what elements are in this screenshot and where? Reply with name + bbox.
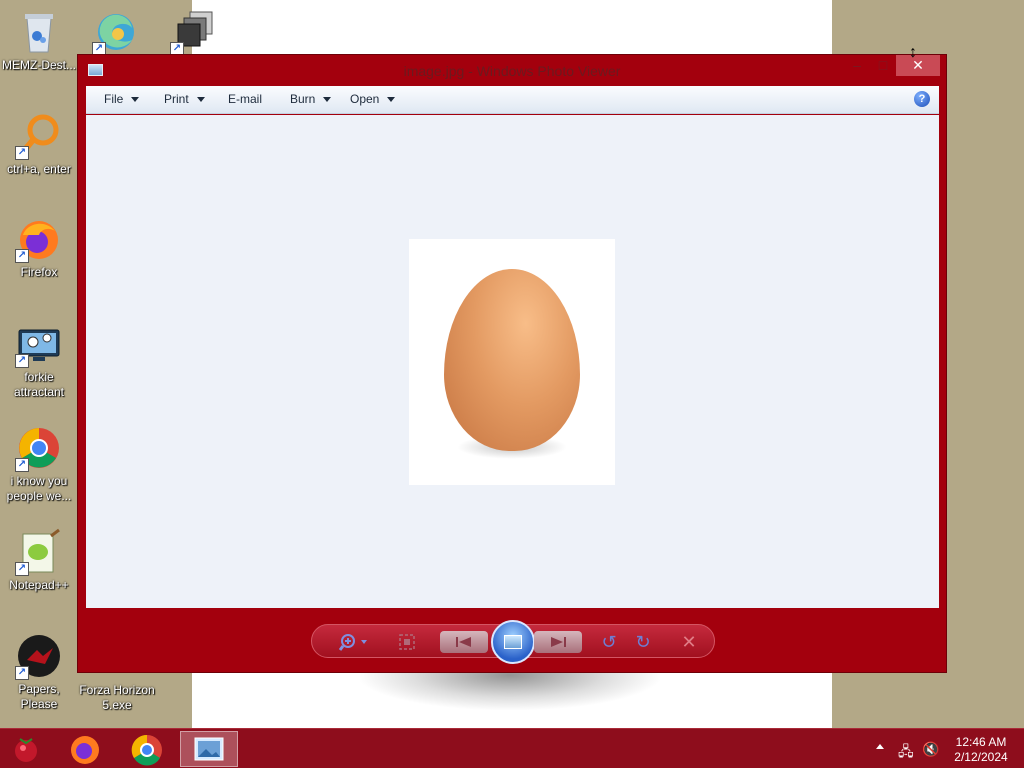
menu-burn[interactable]: Burn xyxy=(290,92,332,106)
desktop-icon-label: Firefox xyxy=(20,265,58,279)
resize-cursor-icon: ↕ xyxy=(909,44,917,61)
menu-email-label: E-mail xyxy=(228,92,263,106)
delete-icon[interactable]: ✕ xyxy=(678,632,700,652)
firefox-icon: ↗ xyxy=(15,215,63,263)
desktop-icon-label: Notepad++ xyxy=(9,578,69,592)
close-button[interactable]: ✕ xyxy=(896,55,940,76)
shortcut-arrow-icon: ↗ xyxy=(15,354,29,368)
slideshow-icon[interactable] xyxy=(491,620,535,664)
zoom-icon[interactable] xyxy=(338,632,372,652)
computer-settings-icon: ↗ xyxy=(15,320,63,368)
menu-open-label: Open xyxy=(350,92,380,106)
desktop-icon-forza[interactable]: Forza Horizon 5.exe xyxy=(78,683,156,713)
egg-image xyxy=(444,269,580,451)
title-bar[interactable]: image.jpg - Windows Photo Viewer – □ ✕ xyxy=(78,55,946,85)
desktop-icon-label: i know you people we... xyxy=(6,474,72,503)
desktop-icon-ctrl-a[interactable]: ↗ ctrl+a, enter xyxy=(0,112,78,177)
desktop-icon-firefox[interactable]: ↗ Firefox xyxy=(0,215,78,280)
chevron-down-icon xyxy=(387,97,396,103)
start-button[interactable] xyxy=(0,731,58,767)
shortcut-arrow-icon: ↗ xyxy=(15,146,29,160)
chevron-down-icon xyxy=(131,97,140,103)
clock-time: 12:46 AM xyxy=(955,735,1007,749)
shortcut-arrow-icon: ↗ xyxy=(15,562,29,576)
menu-print[interactable]: Print xyxy=(164,92,205,106)
photo-viewer-window[interactable]: image.jpg - Windows Photo Viewer – □ ✕ F… xyxy=(77,54,947,673)
taskbar-photo-viewer[interactable] xyxy=(180,731,238,767)
recycle-bin-icon xyxy=(15,8,63,56)
taskbar-firefox[interactable] xyxy=(56,731,114,767)
notepad-plus-plus-icon: ↗ xyxy=(15,528,63,576)
slideshow-picture xyxy=(504,635,522,649)
menu-bar: File Print E-mail Burn Open ? xyxy=(86,86,939,114)
menu-file-label: File xyxy=(104,92,124,106)
desktop-icon-forkie[interactable]: ↗ forkie attractant xyxy=(0,320,78,400)
image-viewport[interactable] xyxy=(86,115,939,608)
papers-please-icon: ↗ xyxy=(15,632,63,680)
desktop-icon-memz[interactable]: MEMZ-Dest... xyxy=(0,8,78,73)
menu-email[interactable]: E-mail xyxy=(228,92,262,106)
show-hidden-icons-icon[interactable] xyxy=(876,744,884,749)
desktop-icon-stack[interactable]: ↗ xyxy=(155,8,233,58)
clock-date: 2/12/2024 xyxy=(954,750,1008,764)
taskbar-chrome[interactable] xyxy=(118,731,176,767)
shortcut-arrow-icon: ↗ xyxy=(15,249,29,263)
displayed-photo xyxy=(409,239,615,485)
minimize-button[interactable]: – xyxy=(844,55,870,76)
chevron-down-icon xyxy=(196,97,205,103)
volume-muted-icon[interactable]: 🔇 xyxy=(922,741,939,758)
desktop-icon-edge[interactable]: ↗ xyxy=(77,8,155,58)
shortcut-arrow-icon: ↗ xyxy=(15,666,29,680)
menu-open[interactable]: Open xyxy=(350,92,396,106)
chrome-icon: ↗ xyxy=(15,424,63,472)
desktop-icon-label: Forza Horizon 5.exe xyxy=(79,683,155,712)
maximize-button[interactable]: □ xyxy=(870,55,896,76)
system-clock[interactable]: 12:46 AM 2/12/2024 xyxy=(946,735,1016,765)
help-icon[interactable]: ? xyxy=(914,91,930,107)
magnifier-icon: ↗ xyxy=(15,112,63,160)
window-title: image.jpg - Windows Photo Viewer xyxy=(403,63,621,79)
rotate-clockwise-icon[interactable]: ↻ xyxy=(632,632,654,652)
actual-size-icon[interactable] xyxy=(396,632,418,652)
menu-print-label: Print xyxy=(164,92,189,106)
desktop-icon-notepad[interactable]: ↗ Notepad++ xyxy=(0,528,78,593)
shortcut-arrow-icon: ↗ xyxy=(15,458,29,472)
windows-stack-icon: ↗ xyxy=(170,8,218,56)
desktop-icon-label: forkie attractant xyxy=(13,370,65,399)
playback-toolbar: ↺ ↻ ✕ xyxy=(311,620,715,664)
next-icon[interactable] xyxy=(534,631,582,653)
desktop-icon-papers-please[interactable]: ↗ Papers, Please xyxy=(0,632,78,712)
desktop-icon-chrome[interactable]: ↗ i know you people we... xyxy=(0,424,78,504)
edge-icon: ↗ xyxy=(92,8,140,56)
menu-burn-label: Burn xyxy=(290,92,316,106)
desktop-icon-label: ctrl+a, enter xyxy=(7,162,71,176)
desktop-icon-label: Papers, Please xyxy=(18,682,60,711)
chevron-down-icon xyxy=(323,97,332,103)
rotate-counterclockwise-icon[interactable]: ↺ xyxy=(598,632,620,652)
desktop-icon-label: MEMZ-Dest... xyxy=(2,58,76,72)
previous-icon[interactable] xyxy=(440,631,488,653)
menu-file[interactable]: File xyxy=(104,92,140,106)
taskbar: 🖧 🔇 12:46 AM 2/12/2024 xyxy=(0,728,1024,768)
network-icon[interactable]: 🖧 xyxy=(898,741,914,765)
